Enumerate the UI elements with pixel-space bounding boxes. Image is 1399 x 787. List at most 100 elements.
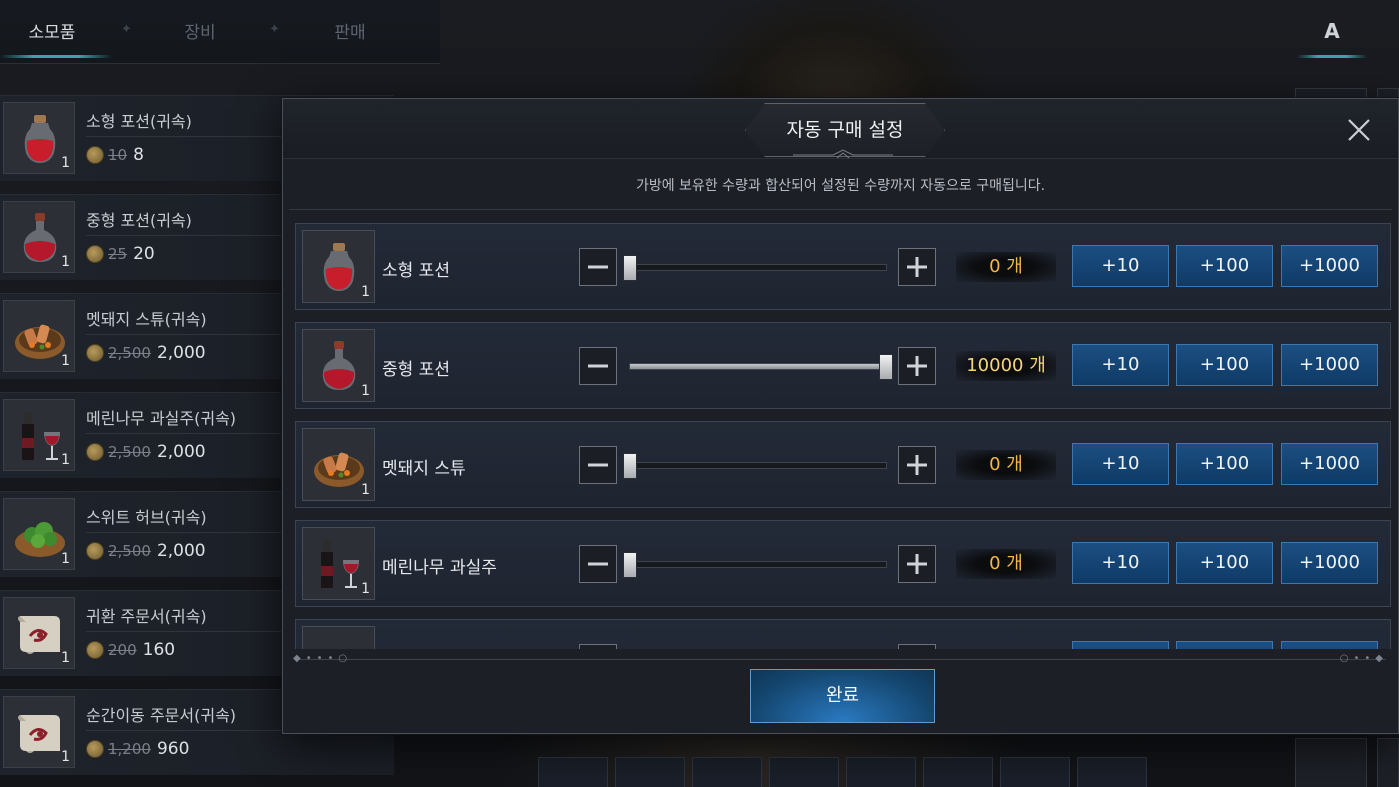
quick-slot <box>846 757 916 787</box>
decrease-button[interactable] <box>579 248 617 286</box>
item-name: 멧돼지 스튜(귀속) <box>86 310 207 329</box>
item-name: 순간이동 주문서(귀속) <box>86 706 237 725</box>
quantity-display: 0 개 <box>956 549 1056 579</box>
decrease-button[interactable] <box>579 644 617 649</box>
sale-price: 8 <box>133 145 144 165</box>
auto-purchase-row: 1 멧돼지 스튜 0 개 +10 +100 +1000 <box>295 421 1391 508</box>
tab-sell[interactable]: 판매 <box>300 18 400 44</box>
auto-purchase-row: 1 메린나무 과실주 0 개 +10 +100 +1000 <box>295 520 1391 607</box>
divider <box>289 209 1392 210</box>
price-row: 10 8 <box>86 144 144 166</box>
quantity-slider[interactable] <box>623 453 887 479</box>
original-price: 2,500 <box>108 344 151 362</box>
row-item-name: 소형 포션 <box>382 261 450 281</box>
divider <box>86 136 284 137</box>
active-tab-underline <box>0 55 112 58</box>
medium-potion-icon: 1 <box>302 329 375 402</box>
original-price: 1,200 <box>108 740 151 758</box>
original-price: 25 <box>108 245 128 263</box>
gold-coin-icon <box>86 443 104 461</box>
add-1000-button[interactable]: +1000 <box>1281 542 1378 584</box>
ornament-dots-icon: ◆•••○ <box>293 653 353 664</box>
add-10-button[interactable]: +10 <box>1072 542 1169 584</box>
quick-slot <box>692 757 762 787</box>
fruit-wine-icon: 1 <box>302 527 375 600</box>
add-10-button[interactable]: +10 <box>1072 443 1169 485</box>
price-row: 1,200 960 <box>86 738 189 760</box>
quantity-display: 0 개 <box>956 252 1056 282</box>
increase-button[interactable] <box>898 545 936 583</box>
increase-button[interactable] <box>898 248 936 286</box>
item-count: 1 <box>61 551 70 567</box>
return-scroll-icon: 1 <box>3 597 75 669</box>
original-price: 10 <box>108 146 128 164</box>
add-1000-button[interactable]: +1000 <box>1281 344 1378 386</box>
item-count: 1 <box>361 482 370 498</box>
divider <box>86 334 284 335</box>
sale-price: 2,000 <box>156 541 206 561</box>
auto-purchase-row: 1 중형 포션 10000 개 +10 +100 +1000 <box>295 322 1391 409</box>
auto-purchase-list[interactable]: 1 소형 포션 0 개 +10 +100 +1000 1 중형 포션 10000… <box>295 223 1393 649</box>
row-item-name: 중형 포션 <box>382 360 450 380</box>
add-100-button[interactable]: +100 <box>1176 443 1273 485</box>
boar-stew-icon: 1 <box>3 300 75 372</box>
divider <box>86 532 284 533</box>
sale-price: 2,000 <box>156 442 206 462</box>
add-100-button[interactable]: +100 <box>1176 542 1273 584</box>
fruit-wine-icon: 1 <box>3 399 75 471</box>
add-1000-button[interactable]: +1000 <box>1281 245 1378 287</box>
close-icon[interactable] <box>1344 115 1374 145</box>
price-row: 200 160 <box>86 639 175 661</box>
decrease-button[interactable] <box>579 545 617 583</box>
original-price: 2,500 <box>108 443 151 461</box>
divider <box>86 235 284 236</box>
add-10-button[interactable] <box>1072 641 1169 649</box>
dialog-notice: 가방에 보유한 수량과 합산되어 설정된 수량까지 자동으로 구매됩니다. <box>635 178 1046 194</box>
slider-thumb[interactable] <box>623 552 637 578</box>
increase-button[interactable] <box>898 347 936 385</box>
item-name: 소형 포션(귀속) <box>86 112 192 131</box>
auto-purchase-dialog: 자동 구매 설정 가방에 보유한 수량과 합산되어 설정된 수량까지 자동으로 … <box>282 98 1399 734</box>
original-price: 200 <box>108 641 137 659</box>
item-name: 메린나무 과실주(귀속) <box>86 409 237 428</box>
slider-thumb[interactable] <box>623 255 637 281</box>
row-item-name: 메린나무 과실주 <box>382 558 497 578</box>
quantity-display: 10000 개 <box>956 351 1056 381</box>
quick-slot <box>769 757 839 787</box>
sale-price: 960 <box>156 739 190 759</box>
sale-price: 160 <box>142 640 176 660</box>
slider-thumb[interactable] <box>879 354 893 380</box>
add-100-button[interactable]: +100 <box>1176 344 1273 386</box>
confirm-button[interactable]: 완료 <box>750 669 935 723</box>
item-count: 1 <box>61 749 70 765</box>
item-name: 귀환 주문서(귀속) <box>86 607 207 626</box>
decrease-button[interactable] <box>579 347 617 385</box>
item-count: 1 <box>361 581 370 597</box>
quick-slot <box>923 757 993 787</box>
tab-consumables[interactable]: 소모품 <box>2 18 102 44</box>
item-count: 1 <box>61 353 70 369</box>
dialog-title: 자동 구매 설정 <box>786 119 904 141</box>
add-1000-button[interactable]: +1000 <box>1281 443 1378 485</box>
quantity-slider[interactable] <box>629 354 893 380</box>
quantity-slider[interactable] <box>623 255 887 281</box>
quick-slot <box>1077 757 1147 787</box>
increase-button[interactable] <box>898 446 936 484</box>
add-100-button[interactable]: +100 <box>1176 245 1273 287</box>
add-1000-button[interactable] <box>1281 641 1378 649</box>
slider-thumb[interactable] <box>623 453 637 479</box>
add-10-button[interactable]: +10 <box>1072 245 1169 287</box>
increase-button[interactable] <box>898 644 936 649</box>
tab-equipment[interactable]: 장비 <box>150 18 250 44</box>
slider-fill <box>630 364 886 369</box>
add-100-button[interactable] <box>1176 641 1273 649</box>
auto-ai-icon[interactable]: A <box>1297 14 1367 58</box>
medium-potion-icon: 1 <box>3 201 75 273</box>
price-row: 2,500 2,000 <box>86 540 206 562</box>
quantity-slider[interactable] <box>623 552 887 578</box>
decrease-button[interactable] <box>579 446 617 484</box>
add-10-button[interactable]: +10 <box>1072 344 1169 386</box>
ornament-dots-icon: ○••◆ <box>1339 653 1388 664</box>
item-count: 1 <box>61 452 70 468</box>
quick-slot <box>1000 757 1070 787</box>
